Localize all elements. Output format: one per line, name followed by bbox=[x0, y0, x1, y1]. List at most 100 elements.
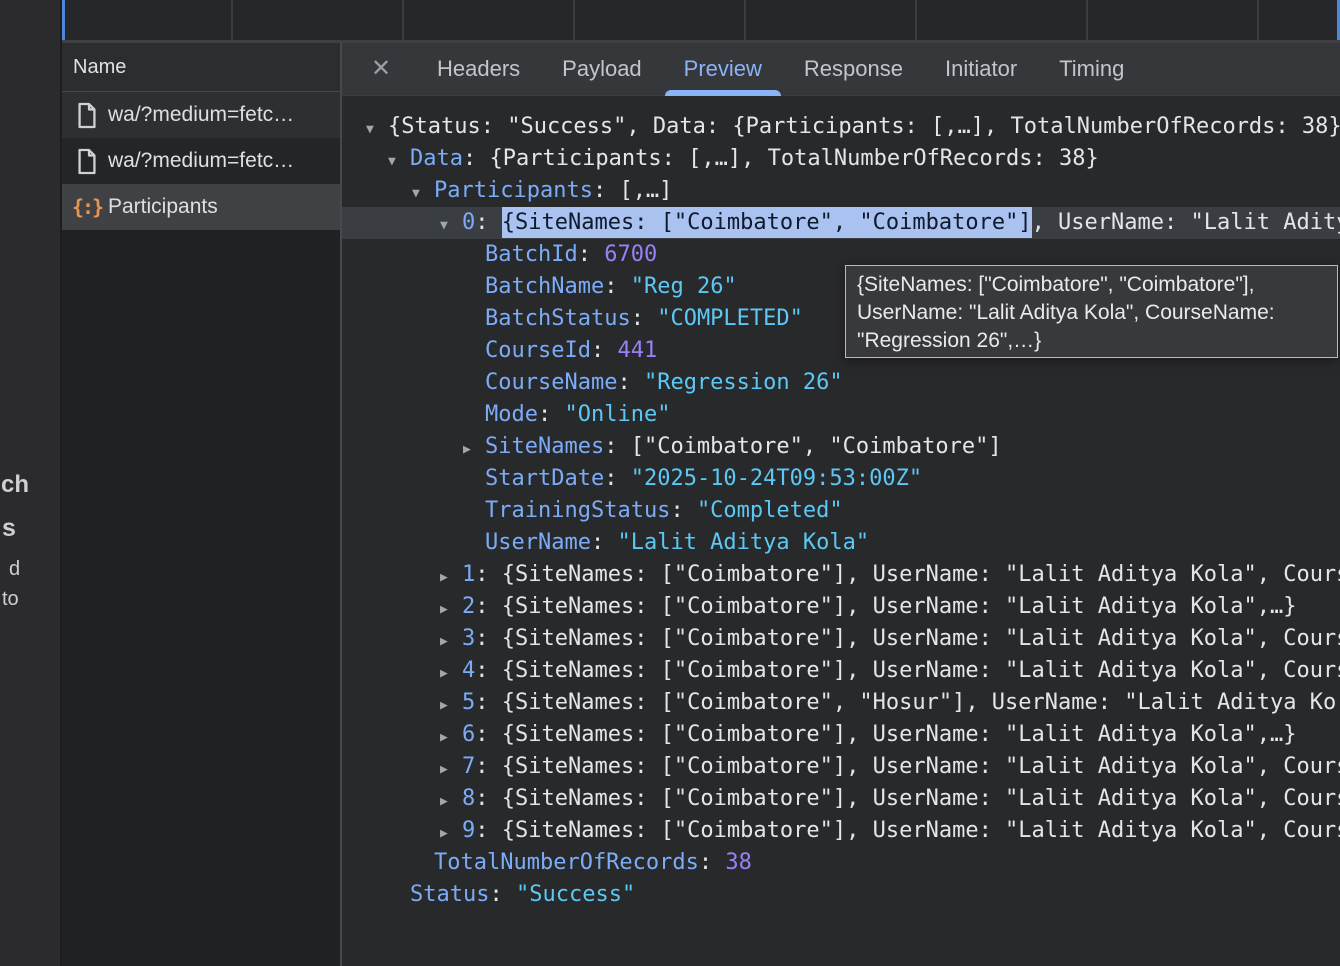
background-page-text-fragment: d bbox=[9, 558, 20, 581]
tree-segment-string: "Completed" bbox=[697, 498, 843, 523]
tree-segment-key: CourseId bbox=[485, 338, 591, 363]
triangle-right-icon[interactable]: ▶ bbox=[440, 594, 462, 626]
tree-row[interactable]: ▶8: {SiteNames: ["Coimbatore"], UserName… bbox=[342, 783, 1340, 815]
tree-segment-string: "COMPLETED" bbox=[657, 306, 803, 331]
request-row[interactable]: {:}Participants bbox=[62, 184, 340, 230]
tree-row[interactable]: ▶5: {SiteNames: ["Coimbatore", "Hosur"],… bbox=[342, 687, 1340, 719]
tree-segment-key: SiteNames bbox=[485, 434, 604, 459]
close-icon[interactable]: ✕ bbox=[368, 57, 394, 81]
tree-segment-plain: : bbox=[538, 402, 565, 427]
tree-row[interactable]: ▼0: {SiteNames: ["Coimbatore", "Coimbato… bbox=[342, 207, 1340, 239]
tree-segment-plain: : bbox=[631, 306, 658, 331]
tab-response[interactable]: Response bbox=[798, 43, 909, 96]
tab-label: Preview bbox=[684, 56, 762, 82]
tree-segment-plain: : {SiteNames: ["Coimbatore"], UserName: … bbox=[475, 786, 1340, 811]
tree-segment-key: 2 bbox=[462, 594, 475, 619]
tree-row[interactable]: ▶9: {SiteNames: ["Coimbatore"], UserName… bbox=[342, 815, 1340, 847]
tab-timing[interactable]: Timing bbox=[1053, 43, 1130, 96]
json-braces-icon: {:} bbox=[75, 195, 99, 219]
tree-segment-string: "Lalit Aditya Kola" bbox=[617, 530, 869, 555]
tab-label: Headers bbox=[437, 56, 520, 82]
tree-segment-key: StartDate bbox=[485, 466, 604, 491]
tree-segment-number: 38 bbox=[725, 850, 752, 875]
tree-segment-plain: : {SiteNames: ["Coimbatore"], UserName: … bbox=[475, 722, 1296, 747]
triangle-right-icon[interactable]: ▶ bbox=[440, 818, 462, 850]
tree-row[interactable]: ▶6: {SiteNames: ["Coimbatore"], UserName… bbox=[342, 719, 1340, 751]
triangle-right-icon[interactable]: ▶ bbox=[440, 786, 462, 818]
triangle-right-icon[interactable]: ▶ bbox=[440, 658, 462, 690]
tree-segment-key: BatchId bbox=[485, 242, 578, 267]
tree-segment-key: 1 bbox=[462, 562, 475, 587]
tab-preview[interactable]: Preview bbox=[678, 43, 768, 96]
tree-row[interactable]: ▶7: {SiteNames: ["Coimbatore"], UserName… bbox=[342, 751, 1340, 783]
grid-column-divider bbox=[1257, 0, 1259, 40]
tree-segment-plain: : bbox=[591, 338, 618, 363]
name-column-header[interactable]: Name bbox=[62, 43, 340, 92]
tree-segment-plain: : bbox=[591, 530, 618, 555]
preview-tree: ▼{Status: "Success", Data: {Participants… bbox=[342, 96, 1340, 911]
tree-row[interactable]: ▼Participants: [,…] bbox=[342, 175, 1340, 207]
triangle-down-icon[interactable]: ▼ bbox=[412, 178, 434, 210]
tree-segment-key: 6 bbox=[462, 722, 475, 747]
tab-initiator[interactable]: Initiator bbox=[939, 43, 1023, 96]
network-waterfall-grid bbox=[62, 0, 1340, 40]
tree-segment-key: BatchName bbox=[485, 274, 604, 299]
tree-segment-key: UserName bbox=[485, 530, 591, 555]
tree-row[interactable]: ▶1: {SiteNames: ["Coimbatore"], UserName… bbox=[342, 559, 1340, 591]
request-name-label: wa/?medium=fetc… bbox=[108, 149, 294, 173]
tree-row[interactable]: UserName: "Lalit Aditya Kola" bbox=[342, 527, 1340, 559]
grid-column-divider bbox=[573, 0, 575, 40]
request-row[interactable]: wa/?medium=fetc… bbox=[62, 138, 340, 184]
tree-segment-plain: : bbox=[604, 274, 631, 299]
tree-row[interactable]: ▶SiteNames: ["Coimbatore", "Coimbatore"] bbox=[342, 431, 1340, 463]
triangle-right-icon[interactable]: ▶ bbox=[440, 722, 462, 754]
triangle-right-icon[interactable]: ▶ bbox=[440, 690, 462, 722]
tree-row[interactable]: Mode: "Online" bbox=[342, 399, 1340, 431]
tree-segment-highlight: {SiteNames: ["Coimbatore", "Coimbatore"] bbox=[502, 207, 1032, 238]
triangle-right-icon[interactable]: ▶ bbox=[463, 434, 485, 466]
tab-payload[interactable]: Payload bbox=[556, 43, 648, 96]
tab-headers[interactable]: Headers bbox=[431, 43, 526, 96]
document-icon bbox=[75, 148, 99, 175]
background-page-strip: chsdto bbox=[0, 0, 60, 966]
tree-row[interactable]: ▼Data: {Participants: [,…], TotalNumberO… bbox=[342, 143, 1340, 175]
tree-segment-key: 0 bbox=[462, 210, 475, 235]
active-tab-underline bbox=[665, 90, 781, 96]
triangle-down-icon[interactable]: ▼ bbox=[440, 210, 462, 242]
tree-row[interactable]: ▶2: {SiteNames: ["Coimbatore"], UserName… bbox=[342, 591, 1340, 623]
tree-row[interactable]: ▼{Status: "Success", Data: {Participants… bbox=[342, 111, 1340, 143]
tree-segment-key: 9 bbox=[462, 818, 475, 843]
selection-focus-bar-left bbox=[62, 0, 65, 40]
tree-segment-plain: : ["Coimbatore", "Coimbatore"] bbox=[604, 434, 1001, 459]
tree-row[interactable]: CourseName: "Regression 26" bbox=[342, 367, 1340, 399]
tree-row[interactable]: ▶3: {SiteNames: ["Coimbatore"], UserName… bbox=[342, 623, 1340, 655]
tree-segment-key: Mode bbox=[485, 402, 538, 427]
tree-segment-plain: : bbox=[475, 210, 502, 235]
grid-column-divider bbox=[402, 0, 404, 40]
background-page-text-fragment: to bbox=[2, 588, 19, 611]
tree-row[interactable]: Status: "Success" bbox=[342, 879, 1340, 911]
tree-segment-plain: : {SiteNames: ["Coimbatore"], UserName: … bbox=[475, 818, 1340, 843]
triangle-down-icon[interactable]: ▼ bbox=[388, 146, 410, 178]
tree-row[interactable]: TrainingStatus: "Completed" bbox=[342, 495, 1340, 527]
tree-segment-key: Status bbox=[410, 882, 489, 907]
tree-row[interactable]: StartDate: "2025-10-24T09:53:00Z" bbox=[342, 463, 1340, 495]
tree-segment-string: "Reg 26" bbox=[631, 274, 737, 299]
tree-segment-string: "Regression 26" bbox=[644, 370, 843, 395]
tree-segment-plain: : bbox=[670, 498, 697, 523]
triangle-right-icon[interactable]: ▶ bbox=[440, 754, 462, 786]
request-row[interactable]: wa/?medium=fetc… bbox=[62, 92, 340, 138]
tree-segment-key: Participants bbox=[434, 178, 593, 203]
tree-segment-plain: : bbox=[617, 370, 644, 395]
triangle-right-icon[interactable]: ▶ bbox=[440, 626, 462, 658]
tree-row[interactable]: ▶4: {SiteNames: ["Coimbatore"], UserName… bbox=[342, 655, 1340, 687]
triangle-down-icon[interactable]: ▼ bbox=[366, 114, 388, 146]
tooltip-text-line: UserName: "Lalit Aditya Kola", CourseNam… bbox=[857, 299, 1326, 327]
name-column-header-label: Name bbox=[73, 56, 126, 79]
triangle-right-icon[interactable]: ▶ bbox=[440, 562, 462, 594]
tab-label: Payload bbox=[562, 56, 642, 82]
tree-segment-string: "2025-10-24T09:53:00Z" bbox=[631, 466, 922, 491]
tree-segment-key: Data bbox=[410, 146, 463, 171]
tree-row[interactable]: TotalNumberOfRecords: 38 bbox=[342, 847, 1340, 879]
object-preview-tooltip: {SiteNames: ["Coimbatore", "Coimbatore"]… bbox=[845, 265, 1338, 358]
